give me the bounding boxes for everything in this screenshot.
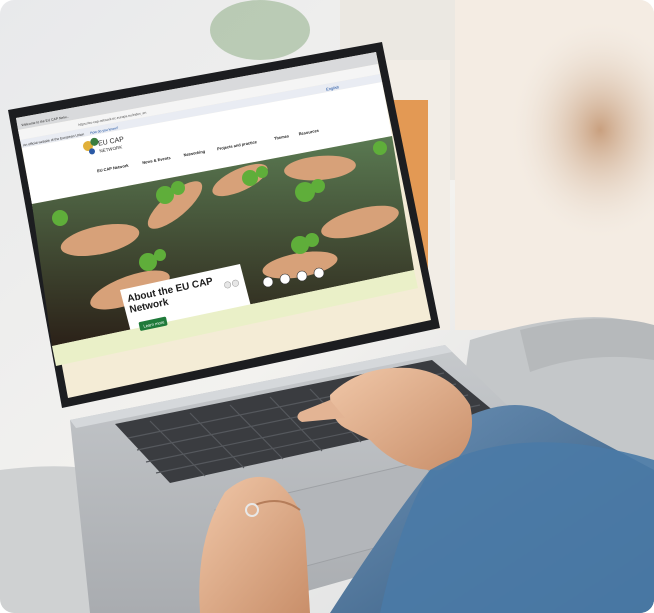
- laptop-photo: Welcome to the EU CAP Netw... https://eu…: [0, 0, 654, 613]
